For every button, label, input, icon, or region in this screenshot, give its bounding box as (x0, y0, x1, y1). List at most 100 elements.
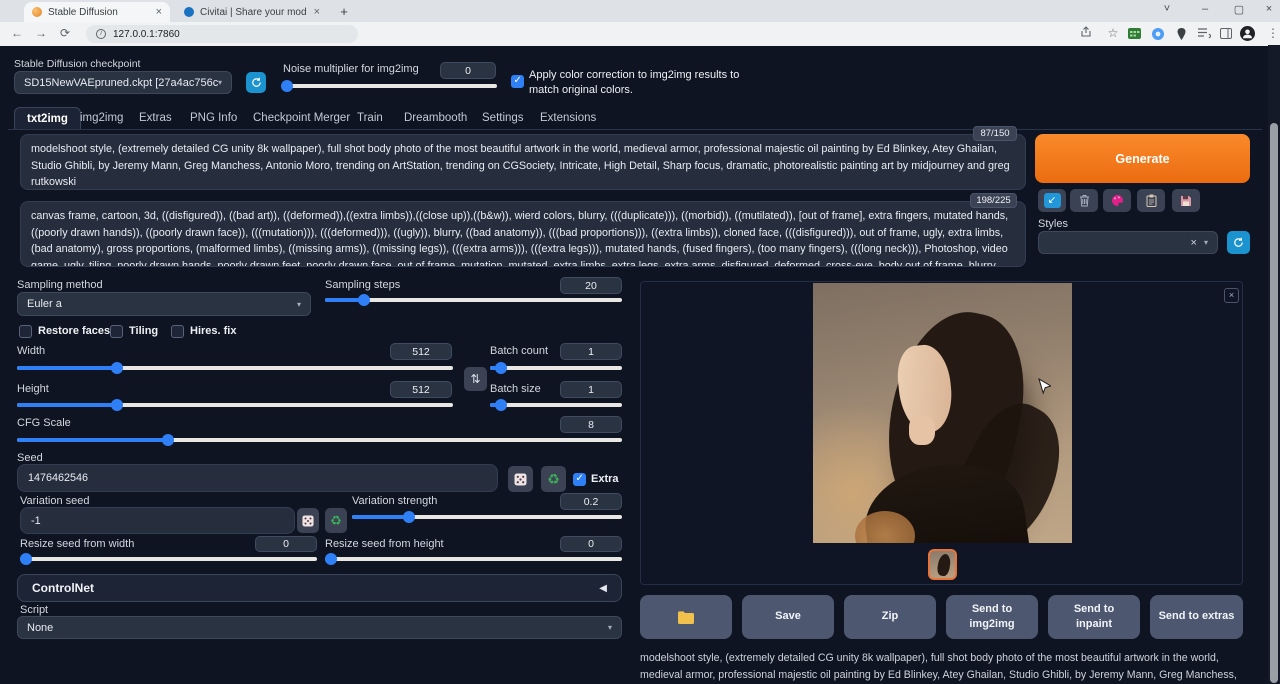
variation-strength-slider[interactable] (352, 515, 622, 519)
tab-png-info[interactable]: PNG Info (190, 107, 237, 129)
tab-extras[interactable]: Extras (139, 107, 172, 129)
controlnet-accordion[interactable]: ControlNet ◀ (17, 574, 622, 602)
zip-button[interactable]: Zip (844, 595, 936, 639)
extra-networks-button[interactable] (1103, 189, 1131, 212)
tab-close-icon[interactable]: × (148, 6, 162, 18)
clear-styles-icon[interactable]: × (1191, 237, 1197, 249)
profile-avatar[interactable] (1240, 26, 1258, 41)
tiling-checkbox[interactable] (110, 325, 123, 338)
extra-seed-checkbox[interactable] (573, 473, 586, 486)
reload-icon[interactable]: ⟳ (56, 26, 74, 40)
sampling-steps-value[interactable] (560, 277, 622, 294)
site-info-icon[interactable]: i (96, 29, 106, 39)
save-button[interactable]: Save (742, 595, 834, 639)
slider-handle[interactable] (495, 399, 507, 411)
styles-refresh-button[interactable] (1227, 231, 1250, 254)
browser-tab-stable-diffusion[interactable]: Stable Diffusion × (24, 2, 170, 22)
slider-handle[interactable] (325, 553, 337, 565)
tab-settings[interactable]: Settings (482, 107, 524, 129)
cfg-scale-slider[interactable] (17, 438, 622, 442)
script-dropdown[interactable]: None ▾ (17, 616, 622, 639)
noise-multiplier-slider[interactable] (283, 84, 497, 88)
forward-icon[interactable]: → (32, 26, 50, 40)
close-image-button[interactable]: × (1224, 288, 1239, 303)
resize-seed-width-value[interactable] (255, 536, 317, 552)
variation-random-seed-button[interactable] (297, 508, 319, 533)
sampling-method-dropdown[interactable]: Euler a ▾ (17, 292, 311, 316)
slider-handle[interactable] (358, 294, 370, 306)
batch-count-value[interactable] (560, 343, 622, 360)
random-seed-button[interactable] (508, 466, 533, 492)
sampling-steps-slider[interactable] (325, 298, 622, 302)
width-value[interactable] (390, 343, 452, 360)
tab-img2img[interactable]: img2img (80, 107, 123, 129)
open-folder-button[interactable] (640, 595, 732, 639)
pin-extension-icon[interactable] (1176, 28, 1194, 40)
slider-handle[interactable] (20, 553, 32, 565)
scrollbar-track[interactable] (1268, 45, 1280, 684)
send-to-img2img-button[interactable]: Send to img2img (946, 595, 1038, 639)
side-panel-icon[interactable] (1220, 28, 1238, 39)
checkpoint-refresh-button[interactable] (246, 72, 266, 93)
clear-prompt-button[interactable] (1070, 189, 1098, 212)
tab-train[interactable]: Train (357, 107, 383, 129)
hires-fix-checkbox[interactable] (171, 325, 184, 338)
back-icon[interactable]: ← (8, 26, 26, 40)
scrollbar-thumb[interactable] (1270, 123, 1278, 683)
bookmark-star-icon[interactable]: ☆ (1104, 26, 1122, 40)
window-chevron-icon[interactable]: ˅ (1158, 3, 1176, 15)
save-style-button[interactable] (1172, 189, 1200, 212)
restore-faces-checkbox[interactable] (19, 325, 32, 338)
variation-seed-input[interactable] (20, 507, 295, 534)
reading-list-icon[interactable] (1198, 28, 1216, 39)
browser-tab-civitai[interactable]: Civitai | Share your models × (176, 2, 328, 22)
color-correction-checkbox[interactable] (511, 75, 524, 88)
tab-dreambooth[interactable]: Dreambooth (404, 107, 467, 129)
height-slider[interactable] (17, 403, 453, 407)
cfg-scale-value[interactable] (560, 416, 622, 433)
variation-reuse-seed-button[interactable]: ♻ (325, 508, 347, 533)
negative-prompt-input[interactable]: canvas frame, cartoon, 3d, ((disfigured)… (20, 201, 1026, 267)
extension-grid-icon[interactable] (1128, 28, 1146, 39)
slider-handle[interactable] (162, 434, 174, 446)
tab-close-icon[interactable]: × (306, 6, 320, 18)
send-to-extras-button[interactable]: Send to extras (1150, 595, 1243, 639)
styles-dropdown[interactable]: × ▾ (1038, 231, 1218, 254)
window-minimize-button[interactable]: – (1196, 3, 1214, 15)
slider-handle[interactable] (111, 399, 123, 411)
gallery-thumbnail-selected[interactable] (928, 549, 957, 580)
noise-multiplier-value[interactable] (440, 62, 496, 79)
tab-checkpoint-merger[interactable]: Checkpoint Merger (253, 107, 350, 129)
batch-size-value[interactable] (560, 381, 622, 398)
paste-params-button[interactable]: ↙ (1038, 189, 1066, 212)
resize-seed-height-value[interactable] (560, 536, 622, 552)
slider-handle[interactable] (281, 80, 293, 92)
share-icon[interactable] (1080, 26, 1098, 38)
apply-style-button[interactable] (1137, 189, 1165, 212)
reuse-seed-button[interactable]: ♻ (541, 466, 566, 492)
checkpoint-dropdown[interactable]: SD15NewVAEpruned.ckpt [27a4ac756c] ▾ (14, 71, 232, 94)
window-maximize-button[interactable]: ▢ (1230, 3, 1248, 16)
window-close-button[interactable]: × (1260, 3, 1278, 15)
generated-image[interactable] (813, 283, 1072, 543)
new-tab-button[interactable]: + (336, 4, 352, 20)
variation-strength-value[interactable] (560, 493, 622, 510)
batch-size-slider[interactable] (490, 403, 622, 407)
blue-dot-extension-icon[interactable] (1152, 28, 1170, 40)
generate-button[interactable]: Generate (1035, 134, 1250, 183)
slider-handle[interactable] (495, 362, 507, 374)
address-bar[interactable]: i 127.0.0.1:7860 (86, 25, 358, 43)
resize-seed-width-slider[interactable] (20, 557, 317, 561)
height-value[interactable] (390, 381, 452, 398)
seed-input[interactable] (17, 464, 498, 492)
tab-extensions[interactable]: Extensions (540, 107, 596, 129)
swap-dimensions-button[interactable]: ⇅ (464, 367, 487, 391)
resize-seed-height-slider[interactable] (325, 557, 622, 561)
slider-handle[interactable] (111, 362, 123, 374)
slider-handle[interactable] (403, 511, 415, 523)
batch-count-slider[interactable] (490, 366, 622, 370)
tab-txt2img[interactable]: txt2img (14, 107, 81, 129)
prompt-input[interactable]: modelshoot style, (extremely detailed CG… (20, 134, 1026, 190)
width-slider[interactable] (17, 366, 453, 370)
browser-menu-icon[interactable]: ⋮ (1264, 26, 1280, 40)
